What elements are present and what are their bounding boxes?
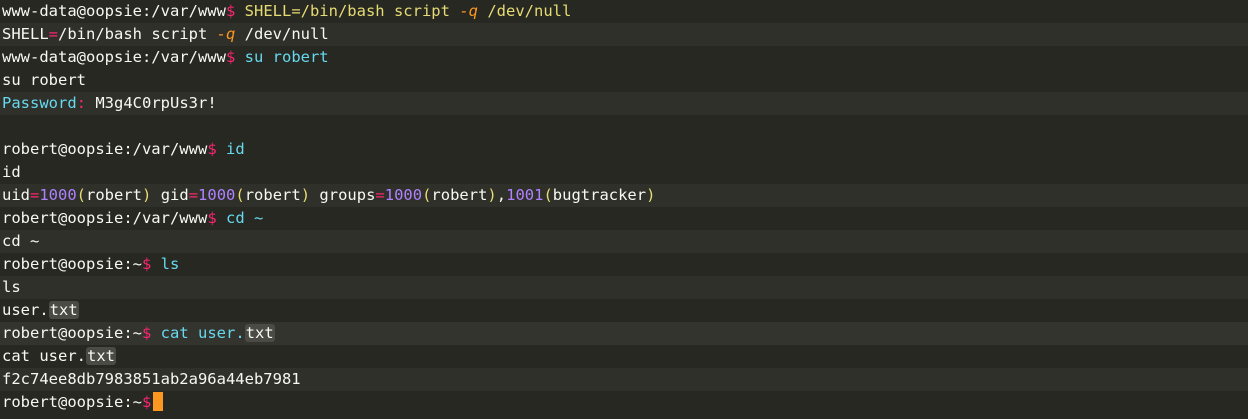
prompt-symbol: $ (141, 324, 152, 342)
id-name: robert (244, 186, 301, 204)
command-text: cat user. (160, 324, 245, 342)
id-key: uid (2, 186, 30, 204)
id-name: robert (431, 186, 488, 204)
highlighted-extension: txt (244, 324, 275, 342)
command-flag: -q (459, 2, 478, 20)
terminal-line: uid=1000(robert) gid=1000(robert) groups… (0, 184, 1248, 207)
highlighted-extension: txt (86, 347, 116, 365)
output-flag: -q (216, 25, 236, 43)
prompt-text: robert@oopsie:~ (2, 393, 142, 411)
terminal-line: www-data@oopsie:/var/www$ SHELL=/bin/bas… (0, 0, 1248, 23)
command-text: cd ~ (226, 209, 264, 227)
flag-hash: f2c74ee8db7983851ab2a96a44eb7981 (2, 370, 301, 388)
text-cursor[interactable] (153, 392, 164, 411)
terminal-line: cat user.txt (0, 345, 1248, 368)
prompt-text: robert@oopsie:/var/www (2, 140, 208, 158)
command-text: ls (160, 255, 180, 273)
prompt-text: robert@oopsie:~ (2, 255, 142, 273)
highlighted-extension: txt (48, 301, 79, 319)
prompt-symbol: $ (141, 255, 152, 273)
password-value: M3g4C0rpUs3r! (86, 94, 217, 112)
prompt-text: robert@oopsie:/var/www (2, 209, 208, 227)
terminal-line: robert@oopsie:/var/www$ id (0, 138, 1248, 161)
id-key: groups (319, 186, 376, 204)
output-operator: = (48, 25, 59, 43)
id-comma: , (496, 186, 507, 204)
terminal-line: f2c74ee8db7983851ab2a96a44eb7981 (0, 368, 1248, 391)
id-paren: ( (235, 186, 245, 204)
output-text: SHELL (2, 25, 49, 43)
password-colon: : (76, 94, 86, 112)
terminal-line: robert@oopsie:~$ cat user.txt (0, 322, 1248, 345)
id-number: 1000 (198, 186, 236, 204)
output-text: id (2, 163, 21, 181)
id-number: 1000 (39, 186, 77, 204)
terminal-line: www-data@oopsie:/var/www$ su robert (0, 46, 1248, 69)
terminal-line: robert@oopsie:~$ ls (0, 253, 1248, 276)
id-equals: = (375, 186, 385, 204)
id-number: 1000 (384, 186, 423, 204)
command-text: su robert (244, 48, 329, 66)
prompt-text: robert@oopsie:~ (2, 324, 142, 342)
terminal-line[interactable]: robert@oopsie:~$ (0, 391, 1248, 414)
command-text: id (226, 140, 245, 158)
terminal-line: ls (0, 276, 1248, 299)
output-text: /bin/bash script (58, 25, 217, 43)
id-paren: ) (142, 186, 152, 204)
prompt-symbol: $ (207, 209, 217, 227)
terminal-line: id (0, 161, 1248, 184)
terminal-line: SHELL=/bin/bash script -q /dev/null (0, 23, 1248, 46)
id-equals: = (188, 186, 199, 204)
id-number: 1001 (506, 186, 544, 204)
output-text: cat user. (2, 347, 86, 365)
id-key: gid (160, 186, 189, 204)
command-text: SHELL=/bin/bash script (244, 2, 450, 20)
id-paren: ) (300, 186, 311, 204)
terminal-line: su robert (0, 69, 1248, 92)
terminal-window[interactable]: www-data@oopsie:/var/www$ SHELL=/bin/bas… (0, 0, 1248, 419)
prompt-text: www-data@oopsie:/var/www (2, 48, 226, 66)
prompt-symbol: $ (225, 2, 236, 20)
terminal-line: Password: M3g4C0rpUs3r! (0, 92, 1248, 115)
id-equals: = (30, 186, 40, 204)
terminal-line: user.txt (0, 299, 1248, 322)
output-text: user. (2, 301, 49, 319)
id-paren: ) (487, 186, 497, 204)
terminal-line: robert@oopsie:/var/www$ cd ~ (0, 207, 1248, 230)
id-paren: ) (646, 186, 656, 204)
output-text: /dev/null (235, 25, 329, 43)
prompt-text: www-data@oopsie:/var/www (2, 2, 226, 20)
id-paren: ( (543, 186, 553, 204)
output-text: su robert (2, 71, 86, 89)
id-name: robert (86, 186, 143, 204)
prompt-symbol: $ (141, 393, 152, 411)
prompt-symbol: $ (225, 48, 236, 66)
output-text: cd ~ (2, 232, 40, 250)
password-label: Password (2, 94, 77, 112)
terminal-line: cd ~ (0, 230, 1248, 253)
output-text: ls (2, 278, 21, 296)
command-arg: /dev/null (487, 2, 572, 20)
prompt-symbol: $ (207, 140, 217, 158)
id-name: bugtracker (552, 186, 647, 204)
id-paren: ( (76, 186, 87, 204)
